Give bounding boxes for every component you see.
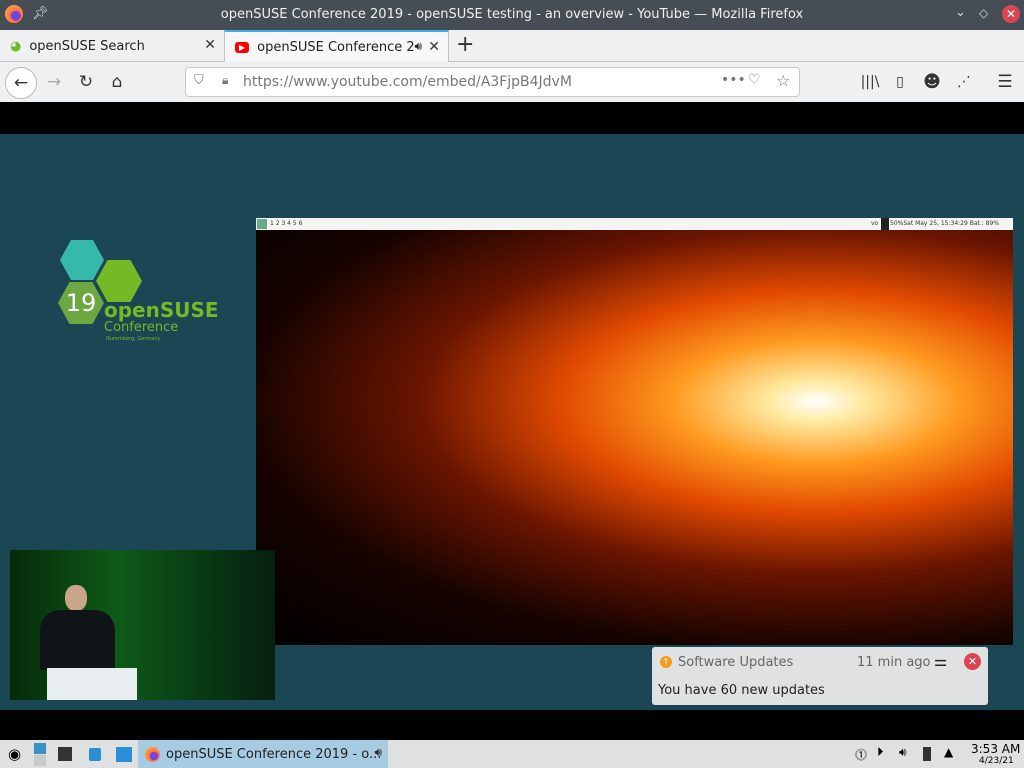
tab-youtube[interactable]: ▶ openSUSE Conference 2 🔊︎ ✕ xyxy=(224,30,449,63)
notification-body: You have 60 new updates xyxy=(658,683,825,698)
page-actions-icon[interactable]: ••• xyxy=(721,72,746,88)
nav-bar: ← → ↻ ⌂ ⛉ 🔒︎ https://www.youtube.com/emb… xyxy=(0,62,1024,102)
extensions-icon[interactable]: ⋰ xyxy=(951,70,977,94)
close-tab-icon[interactable]: ✕ xyxy=(428,39,440,55)
close-tab-icon[interactable]: ✕ xyxy=(204,37,216,53)
account-icon[interactable]: ☻ xyxy=(919,70,945,94)
tab-label: openSUSE Search xyxy=(29,38,145,54)
pager-icon[interactable] xyxy=(34,743,46,754)
taskbar: ◉ openSUSE Conference 2019 - o... 🔊︎ ⓵ ⏵… xyxy=(0,740,1024,768)
reload-button[interactable]: ↻ xyxy=(73,70,99,94)
store-icon[interactable] xyxy=(89,748,101,761)
conference-logo: 19 openSUSE Conference Nuremberg, German… xyxy=(58,240,219,350)
tab-opensuse-search[interactable]: ◕ openSUSE Search ✕ xyxy=(0,30,224,62)
opensuse-icon: ◕ xyxy=(10,38,22,54)
shield-icon[interactable]: ⛉ xyxy=(194,73,204,88)
tray-expand-icon[interactable]: ▲ xyxy=(944,745,953,759)
youtube-icon: ▶ xyxy=(235,42,250,53)
firefox-icon xyxy=(145,747,160,762)
menu-icon[interactable]: ☰ xyxy=(992,70,1018,94)
url-bar[interactable]: ⛉ 🔒︎ https://www.youtube.com/embed/A3Fjp… xyxy=(185,67,800,97)
notification-app: Software Updates xyxy=(678,655,794,670)
new-tab-button[interactable]: + xyxy=(456,32,474,57)
forward-button[interactable]: → xyxy=(41,70,67,94)
volume-icon[interactable]: 🔊︎ xyxy=(899,745,907,760)
pocket-icon[interactable]: ♡ xyxy=(748,72,761,88)
update-icon: ↑ xyxy=(660,656,672,668)
task-label: openSUSE Conference 2019 - o... xyxy=(166,746,382,762)
settings-sliders-icon[interactable]: ⚌ xyxy=(934,652,947,670)
lock-icon[interactable]: 🔒︎ xyxy=(222,73,228,88)
media-player-icon[interactable]: ⏵ xyxy=(877,745,884,760)
title-bar: 📌︎ openSUSE Conference 2019 - openSUSE t… xyxy=(0,0,1024,30)
file-manager-icon[interactable] xyxy=(116,747,132,762)
clock-time[interactable]: 3:53 AM xyxy=(971,742,1020,756)
terminal-icon[interactable] xyxy=(58,747,72,761)
menu-icon xyxy=(257,219,267,229)
notification-time: 11 min ago xyxy=(857,655,931,670)
window-title: openSUSE Conference 2019 - openSUSE test… xyxy=(220,7,804,22)
library-icon[interactable]: |||\ xyxy=(857,70,883,94)
speaker-icon[interactable]: 🔊︎ xyxy=(374,745,382,760)
updates-tray-icon[interactable]: ⓵ xyxy=(855,746,867,763)
bookmark-star-icon[interactable]: ☆ xyxy=(776,71,790,90)
url-host: https://www.youtube.com xyxy=(243,74,423,90)
home-button[interactable]: ⌂ xyxy=(104,70,130,94)
back-button[interactable]: ← xyxy=(5,67,37,99)
minimize-button[interactable]: ⌄ xyxy=(955,5,966,20)
desktop-panel: 1 2 3 4 5 6 vo 50%Sat May 25, 15:34:29 B… xyxy=(256,218,1013,230)
speaker-icon[interactable]: 🔊︎ xyxy=(414,39,422,54)
url-path: /embed/A3FjpB4JdvM xyxy=(422,74,572,90)
tab-strip: ◕ openSUSE Search ✕ ▶ openSUSE Conferenc… xyxy=(0,30,1024,63)
app-launcher-icon[interactable]: ◉ xyxy=(8,745,21,763)
tab-label: openSUSE Conference 2 xyxy=(257,40,415,55)
clock-date[interactable]: 4/23/21 xyxy=(979,756,1014,766)
logo-location: Nuremberg, Germany xyxy=(106,336,161,342)
sidebar-icon[interactable]: ▯ xyxy=(887,70,913,94)
maximize-button[interactable]: ◇ xyxy=(979,6,988,20)
notification-popup[interactable]: ↑ Software Updates 11 min ago ⚌ ✕ You ha… xyxy=(652,647,988,705)
logo-brand: openSUSE xyxy=(104,298,219,322)
screen-capture xyxy=(256,218,1013,645)
close-notification-button[interactable]: ✕ xyxy=(964,653,981,670)
speaker-camera xyxy=(10,550,275,700)
logo-sub: Conference xyxy=(104,320,179,335)
usb-device-icon[interactable] xyxy=(923,747,931,761)
taskbar-item-firefox[interactable]: openSUSE Conference 2019 - o... 🔊︎ xyxy=(138,740,388,768)
close-window-button[interactable]: ✕ xyxy=(1002,5,1020,23)
